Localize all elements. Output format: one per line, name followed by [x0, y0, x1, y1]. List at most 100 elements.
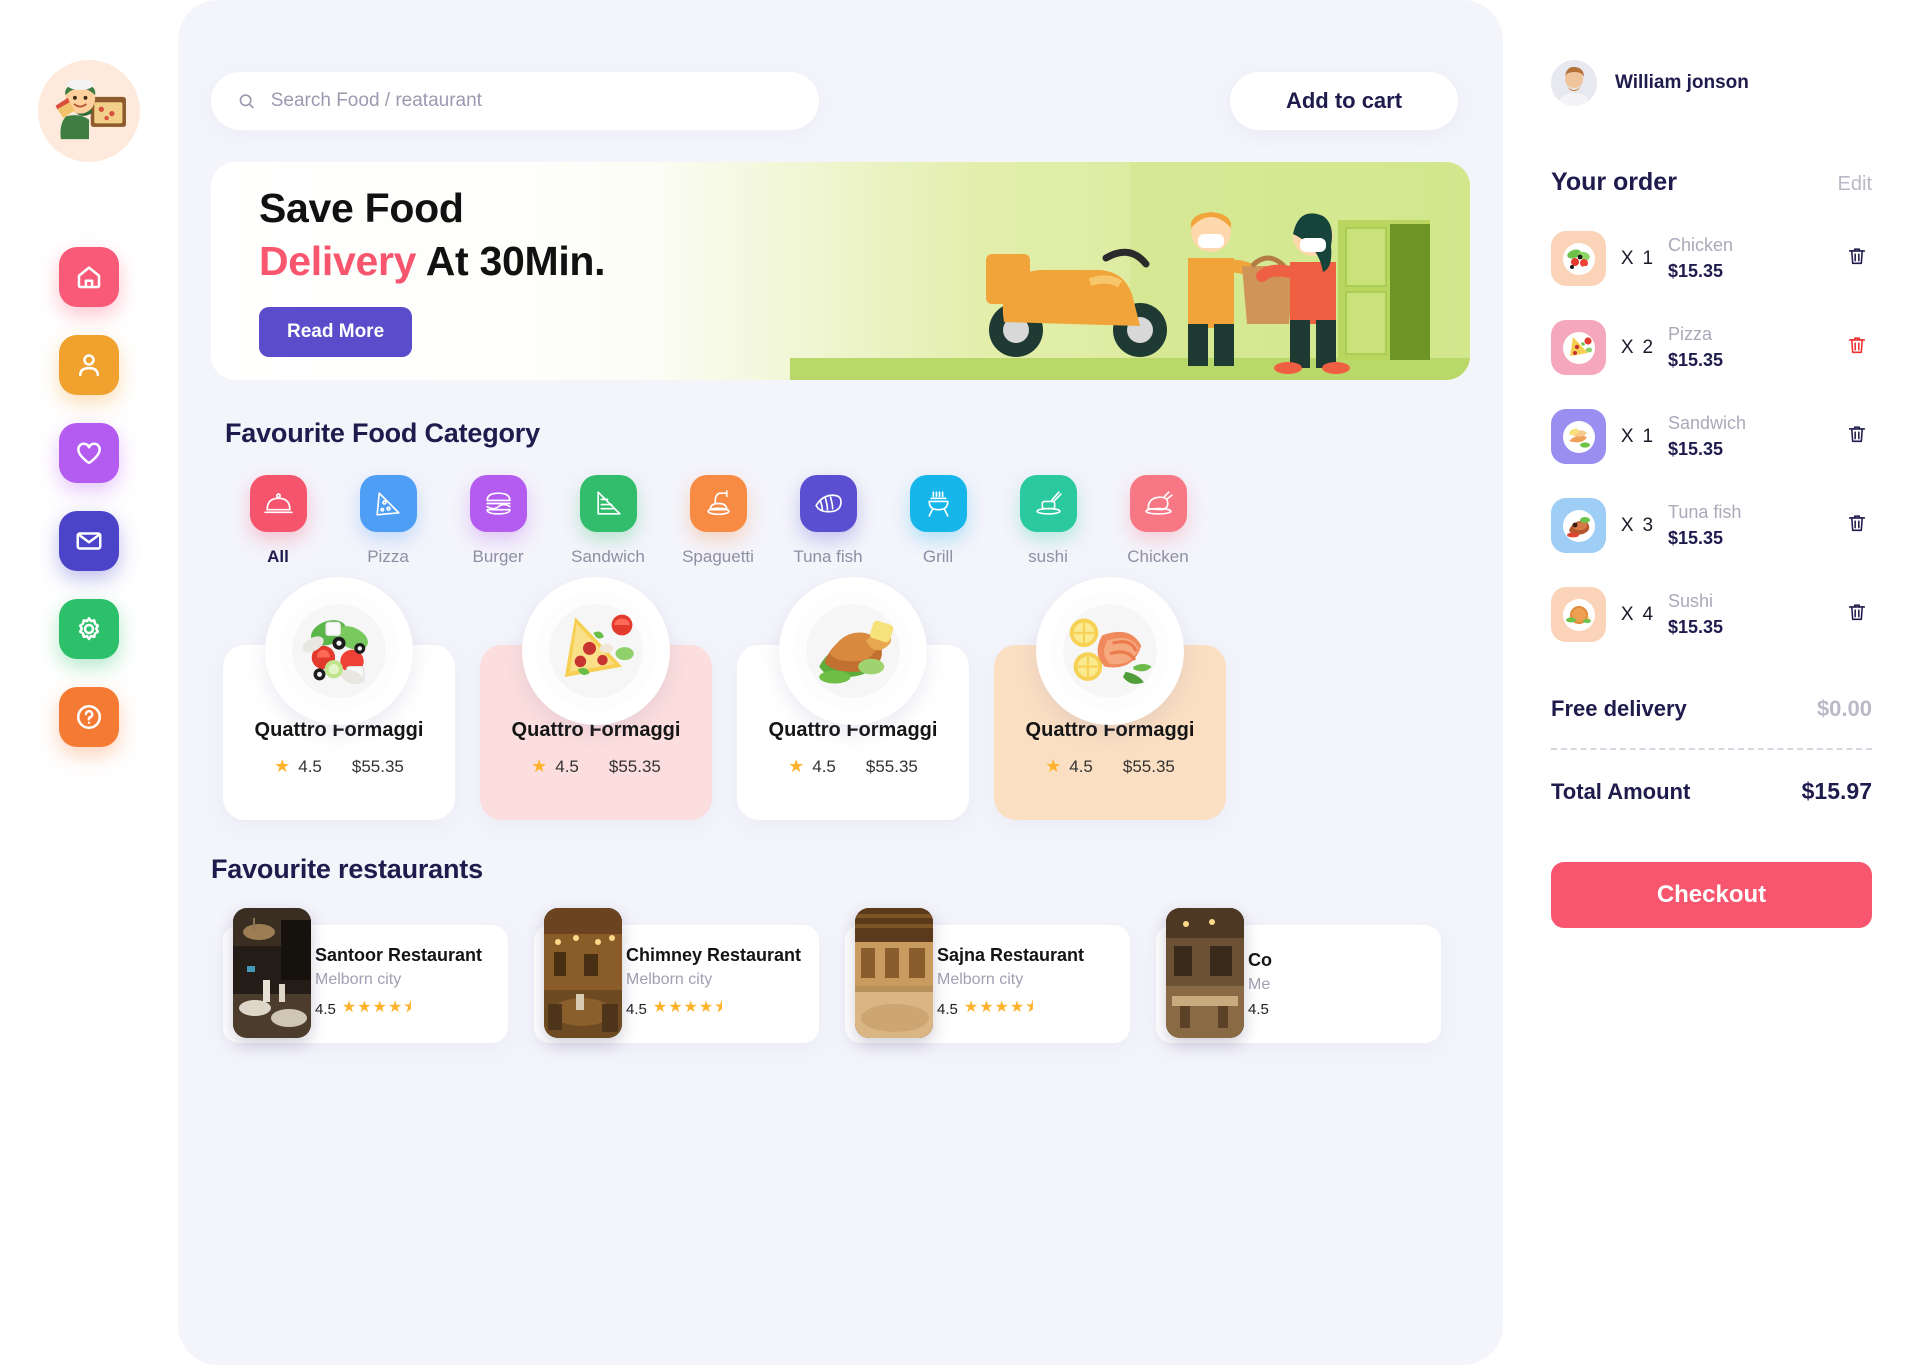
- user-avatar-icon: [1551, 60, 1597, 106]
- gear-icon: [78, 617, 100, 641]
- fish-fillet-icon: [814, 494, 842, 513]
- category-label: Chicken: [1127, 547, 1189, 566]
- order-item-qty: X3: [1606, 515, 1668, 537]
- user-name: William jonson: [1615, 72, 1749, 93]
- salmon-dish-icon: [1050, 591, 1170, 711]
- order-item-info: Pizza $15.35: [1668, 324, 1846, 371]
- order-item[interactable]: X1 Sandwich $15.35: [1551, 409, 1872, 464]
- delete-order-item-button[interactable]: [1846, 422, 1872, 451]
- order-item[interactable]: X1 Chicken $15.35: [1551, 231, 1872, 286]
- sushi-mini-icon: [1562, 598, 1595, 631]
- order-item-thumb: [1551, 409, 1606, 464]
- order-item-qty: X1: [1606, 426, 1668, 448]
- restaurant-list: Santoor Restaurant Melborn city 4.5 ★★★★…: [223, 908, 1503, 1043]
- restaurant-card[interactable]: Santoor Restaurant Melborn city 4.5 ★★★★…: [223, 908, 508, 1043]
- category-item-pizza[interactable]: Pizza: [333, 475, 443, 567]
- trash-icon: [1848, 248, 1866, 265]
- category-item-burger[interactable]: Burger: [443, 475, 553, 567]
- delete-order-item-button[interactable]: [1846, 511, 1872, 540]
- food-card-rating: 4.5: [812, 756, 836, 776]
- restaurant-card[interactable]: Sajna Restaurant Melborn city 4.5 ★★★★⯨: [845, 908, 1130, 1043]
- app-logo[interactable]: [38, 60, 140, 162]
- order-item-info: Sandwich $15.35: [1668, 413, 1846, 460]
- delete-order-item-button[interactable]: [1846, 600, 1872, 629]
- food-card[interactable]: Quattro Formaggi ★ 4.5 $55.35: [737, 577, 969, 820]
- food-card[interactable]: Quattro Formaggi ★ 4.5 $55.35: [994, 577, 1226, 820]
- category-item-chicken[interactable]: Chicken: [1103, 475, 1213, 567]
- trash-icon: [1848, 337, 1866, 354]
- sidebar-item-settings[interactable]: [59, 599, 119, 659]
- category-item-sushi[interactable]: sushi: [993, 475, 1103, 567]
- sidebar-item-messages[interactable]: [59, 511, 119, 571]
- category-label: Grill: [922, 547, 954, 566]
- food-card-meta: ★ 4.5 $55.35: [223, 756, 455, 777]
- qty-prefix: X: [1620, 603, 1634, 625]
- category-section-title: Favourite Food Category: [225, 418, 540, 448]
- category-item-sandwich[interactable]: Sandwich: [553, 475, 663, 567]
- category-label: Spaguetti: [682, 547, 754, 566]
- add-to-cart-button[interactable]: Add to cart: [1230, 72, 1458, 130]
- order-item[interactable]: X2 Pizza $15.35: [1551, 320, 1872, 375]
- food-card[interactable]: Quattro Formaggi ★ 4.5 $55.35: [480, 577, 712, 820]
- delivery-handoff-illustration: [790, 162, 1470, 380]
- edit-order-link[interactable]: Edit: [1838, 173, 1872, 196]
- star-icon: ★: [531, 756, 548, 776]
- order-item-thumb: [1551, 231, 1606, 286]
- food-card-meta: ★ 4.5 $55.35: [480, 756, 712, 777]
- divider: [1551, 748, 1872, 750]
- order-item-name: Chicken: [1668, 235, 1734, 255]
- restaurant-photo: [1166, 908, 1244, 1038]
- restaurant-name: Santoor Restaurant: [315, 945, 483, 965]
- order-header: Your order Edit: [1551, 168, 1872, 197]
- order-item-name: Sushi: [1668, 591, 1714, 611]
- sandwich-icon: [596, 491, 621, 515]
- order-item-qty: X1: [1606, 248, 1668, 270]
- food-plate: [1036, 577, 1184, 725]
- restaurant-name: Sajna Restaurant: [937, 945, 1085, 965]
- avatar: [1551, 60, 1597, 106]
- salad-mini-icon: [1562, 242, 1595, 275]
- delete-order-item-button[interactable]: [1846, 244, 1872, 273]
- restaurant-city: Melborn city: [315, 971, 402, 988]
- star-icon: ★: [274, 756, 291, 776]
- banner-line-1: Save Food: [259, 185, 464, 231]
- checkout-button[interactable]: Checkout: [1551, 862, 1872, 928]
- user-row[interactable]: William jonson: [1551, 60, 1872, 106]
- category-label: Sandwich: [571, 547, 645, 566]
- category-item-all[interactable]: All: [223, 475, 333, 567]
- restaurant-name: Co: [1248, 950, 1272, 970]
- home-icon: [77, 266, 101, 289]
- spaghetti-icon: [706, 490, 730, 516]
- order-item[interactable]: X3 Tuna fish $15.35: [1551, 498, 1872, 553]
- sidebar-item-help[interactable]: [59, 687, 119, 747]
- burger-icon: [485, 492, 511, 515]
- order-item-name: Tuna fish: [1668, 502, 1742, 522]
- category-item-tuna-fish[interactable]: Tuna fish: [773, 475, 883, 567]
- trash-icon: [1848, 515, 1866, 532]
- delete-order-item-button[interactable]: [1846, 333, 1872, 362]
- restaurant-card[interactable]: Chimney Restaurant Melborn city 4.5 ★★★★…: [534, 908, 819, 1043]
- restaurant-card[interactable]: Co Me 4.5: [1156, 908, 1441, 1043]
- pizza-icon: [375, 492, 400, 516]
- sidebar-item-home[interactable]: [59, 247, 119, 307]
- tuna-mini-icon: [1562, 509, 1595, 542]
- order-item[interactable]: X4 Sushi $15.35: [1551, 587, 1872, 642]
- order-panel: William jonson Your order Edit X1 Chicke…: [1503, 0, 1920, 1365]
- order-item-info: Chicken $15.35: [1668, 235, 1846, 282]
- read-more-button[interactable]: Read More: [259, 307, 413, 357]
- sidebar-item-favorites[interactable]: [59, 423, 119, 483]
- search-icon: [239, 93, 255, 109]
- category-label: Pizza: [367, 547, 409, 566]
- restaurant-photo: [544, 908, 622, 1038]
- food-card-price: $55.35: [1122, 756, 1175, 776]
- restaurant-rating: 4.5 ★★★★⯨: [937, 996, 1084, 1023]
- restaurant-rating: 4.5 ★★★★⯨: [626, 996, 801, 1023]
- category-item-grill[interactable]: Grill: [883, 475, 993, 567]
- food-card[interactable]: Quattro Formaggi ★ 4.5 $55.35: [223, 577, 455, 820]
- category-item-spaguetti[interactable]: Spaguetti: [663, 475, 773, 567]
- search-box[interactable]: [211, 72, 819, 130]
- qty-value: 1: [1642, 247, 1654, 269]
- sidebar-item-profile[interactable]: [59, 335, 119, 395]
- order-item-thumb: [1551, 587, 1606, 642]
- search-input[interactable]: [270, 90, 793, 112]
